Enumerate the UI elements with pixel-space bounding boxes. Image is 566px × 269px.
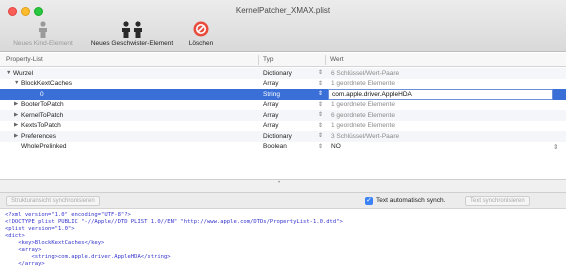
xml-line: <dict> <box>5 233 25 239</box>
column-header-value[interactable]: Wert <box>330 56 344 63</box>
row-value: 1 geordnete Elemente <box>331 122 395 129</box>
xml-text-editor[interactable]: <?xml version="1.0" encoding="UTF-8"?> <… <box>0 210 566 269</box>
type-stepper-icon[interactable]: ⇕ <box>318 101 323 108</box>
sync-bar: Strukturansicht synchronisieren ✓ Text a… <box>0 193 566 209</box>
delete-button[interactable]: Löschen <box>186 20 216 50</box>
window-title: KernelPatcher_XMAX.plist <box>235 6 331 15</box>
row-type[interactable]: Array <box>263 101 279 108</box>
type-stepper-icon[interactable]: ⇕ <box>318 80 323 87</box>
column-header-key[interactable]: Property-List <box>6 56 43 63</box>
row-value: 6 Schlüssel/Wert-Paare <box>331 69 400 77</box>
outline-row[interactable]: ▼ Wurzel Dictionary ⇕ 6 Schlüssel/Wert-P… <box>0 68 566 79</box>
disclosure-closed-icon[interactable]: ▶ <box>14 122 18 128</box>
xml-line: </array> <box>5 261 45 267</box>
new-sibling-icon <box>122 21 142 38</box>
outline-row[interactable]: ▶ Preferences Dictionary ⇕ 3 Schlüssel/W… <box>0 131 566 142</box>
outline-row[interactable]: ▶ KernelToPatch Array ⇕ 6 geordnete Elem… <box>0 110 566 121</box>
row-type[interactable]: Array <box>263 122 279 129</box>
window-titlebar: KernelPatcher_XMAX.plist Neues Kind-Elem… <box>0 0 566 52</box>
column-separator[interactable] <box>325 55 326 65</box>
row-value[interactable]: NO <box>331 143 341 150</box>
outline-row[interactable]: WholePrelinked Boolean ⇕ NO ⇕ <box>0 142 566 153</box>
row-type[interactable]: Array <box>263 112 279 119</box>
split-view-divider[interactable] <box>0 179 566 193</box>
outline-row[interactable]: ▶ BooterToPatch Array ⇕ 1 geordnete Elem… <box>0 100 566 111</box>
type-stepper-icon[interactable]: ⇕ <box>318 122 323 129</box>
split-handle-icon[interactable]: • <box>278 180 280 186</box>
row-key: WholePrelinked <box>21 143 67 150</box>
type-stepper-icon[interactable]: ⇕ <box>318 132 323 139</box>
xml-line: <key>BlockKextCaches</key> <box>5 240 105 246</box>
delete-icon <box>193 21 209 37</box>
row-type[interactable]: Dictionary <box>263 133 292 140</box>
value-popup-chevron-icon[interactable]: ⇕ <box>553 143 558 151</box>
disclosure-closed-icon[interactable]: ▶ <box>14 101 18 107</box>
type-stepper-icon[interactable]: ⇕ <box>318 90 323 97</box>
type-stepper-icon[interactable]: ⇕ <box>318 69 323 76</box>
type-stepper-icon[interactable]: ⇕ <box>318 143 323 150</box>
outline-row-selected[interactable]: 0 String ⇕ com.apple.driver.AppleHDA <box>0 89 566 100</box>
new-child-label: Neues Kind-Element <box>13 40 73 47</box>
outline-row[interactable]: ▼ BlockKextCaches Array ⇕ 1 geordnete El… <box>0 79 566 90</box>
disclosure-open-icon[interactable]: ▼ <box>6 70 11 76</box>
row-key: BlockKextCaches <box>21 80 72 87</box>
column-header-type[interactable]: Typ <box>263 56 273 63</box>
row-key: BooterToPatch <box>21 101 64 108</box>
xml-line: <plist version="1.0"> <box>5 226 75 232</box>
row-type[interactable]: Boolean <box>263 143 287 150</box>
outline-header: Property-List Typ Wert <box>0 53 566 67</box>
row-type[interactable]: Dictionary <box>263 70 292 77</box>
disclosure-closed-icon[interactable]: ▶ <box>14 133 18 139</box>
sync-text-button[interactable]: Text synchronisieren <box>465 196 530 206</box>
disclosure-closed-icon[interactable]: ▶ <box>14 112 18 118</box>
row-value: 3 Schlüssel/Wert-Paare <box>331 132 400 140</box>
xml-line: <?xml version="1.0" encoding="UTF-8"?> <box>5 212 131 218</box>
xml-line: <string>com.apple.driver.AppleHDA</strin… <box>5 254 171 260</box>
value-edit-field[interactable]: com.apple.driver.AppleHDA <box>328 89 553 100</box>
property-list-outline: ▼ Wurzel Dictionary ⇕ 6 Schlüssel/Wert-P… <box>0 68 566 152</box>
row-key: Wurzel <box>13 69 34 77</box>
xml-line: <!DOCTYPE plist PUBLIC "-//Apple//DTD PL… <box>5 219 343 225</box>
disclosure-open-icon[interactable]: ▼ <box>14 80 19 86</box>
row-key: Preferences <box>21 132 57 140</box>
row-key: KextsToPatch <box>21 122 61 129</box>
new-child-icon <box>39 21 47 38</box>
new-sibling-label: Neues Geschwister-Element <box>90 40 174 47</box>
row-value: 1 geordnete Elemente <box>331 101 395 108</box>
row-key: KernelToPatch <box>21 111 64 119</box>
row-value: 1 geordnete Elemente <box>331 80 395 87</box>
auto-sync-label: Text automatisch synch. <box>376 197 446 204</box>
outline-row[interactable]: ▶ KextsToPatch Array ⇕ 1 geordnete Eleme… <box>0 121 566 132</box>
xml-line: <array> <box>5 247 42 253</box>
row-type[interactable]: String <box>263 91 280 98</box>
type-stepper-icon[interactable]: ⇕ <box>318 111 323 118</box>
column-separator[interactable] <box>258 55 259 65</box>
row-type[interactable]: Array <box>263 80 279 87</box>
new-child-button[interactable]: Neues Kind-Element <box>2 20 84 50</box>
new-sibling-button[interactable]: Neues Geschwister-Element <box>86 20 178 50</box>
auto-sync-checkbox[interactable]: ✓ <box>365 197 373 205</box>
row-key: 0 <box>40 90 44 98</box>
row-value: 6 geordnete Elemente <box>331 111 395 119</box>
delete-label: Löschen <box>188 40 214 47</box>
sync-structure-button[interactable]: Strukturansicht synchronisieren <box>6 196 100 206</box>
